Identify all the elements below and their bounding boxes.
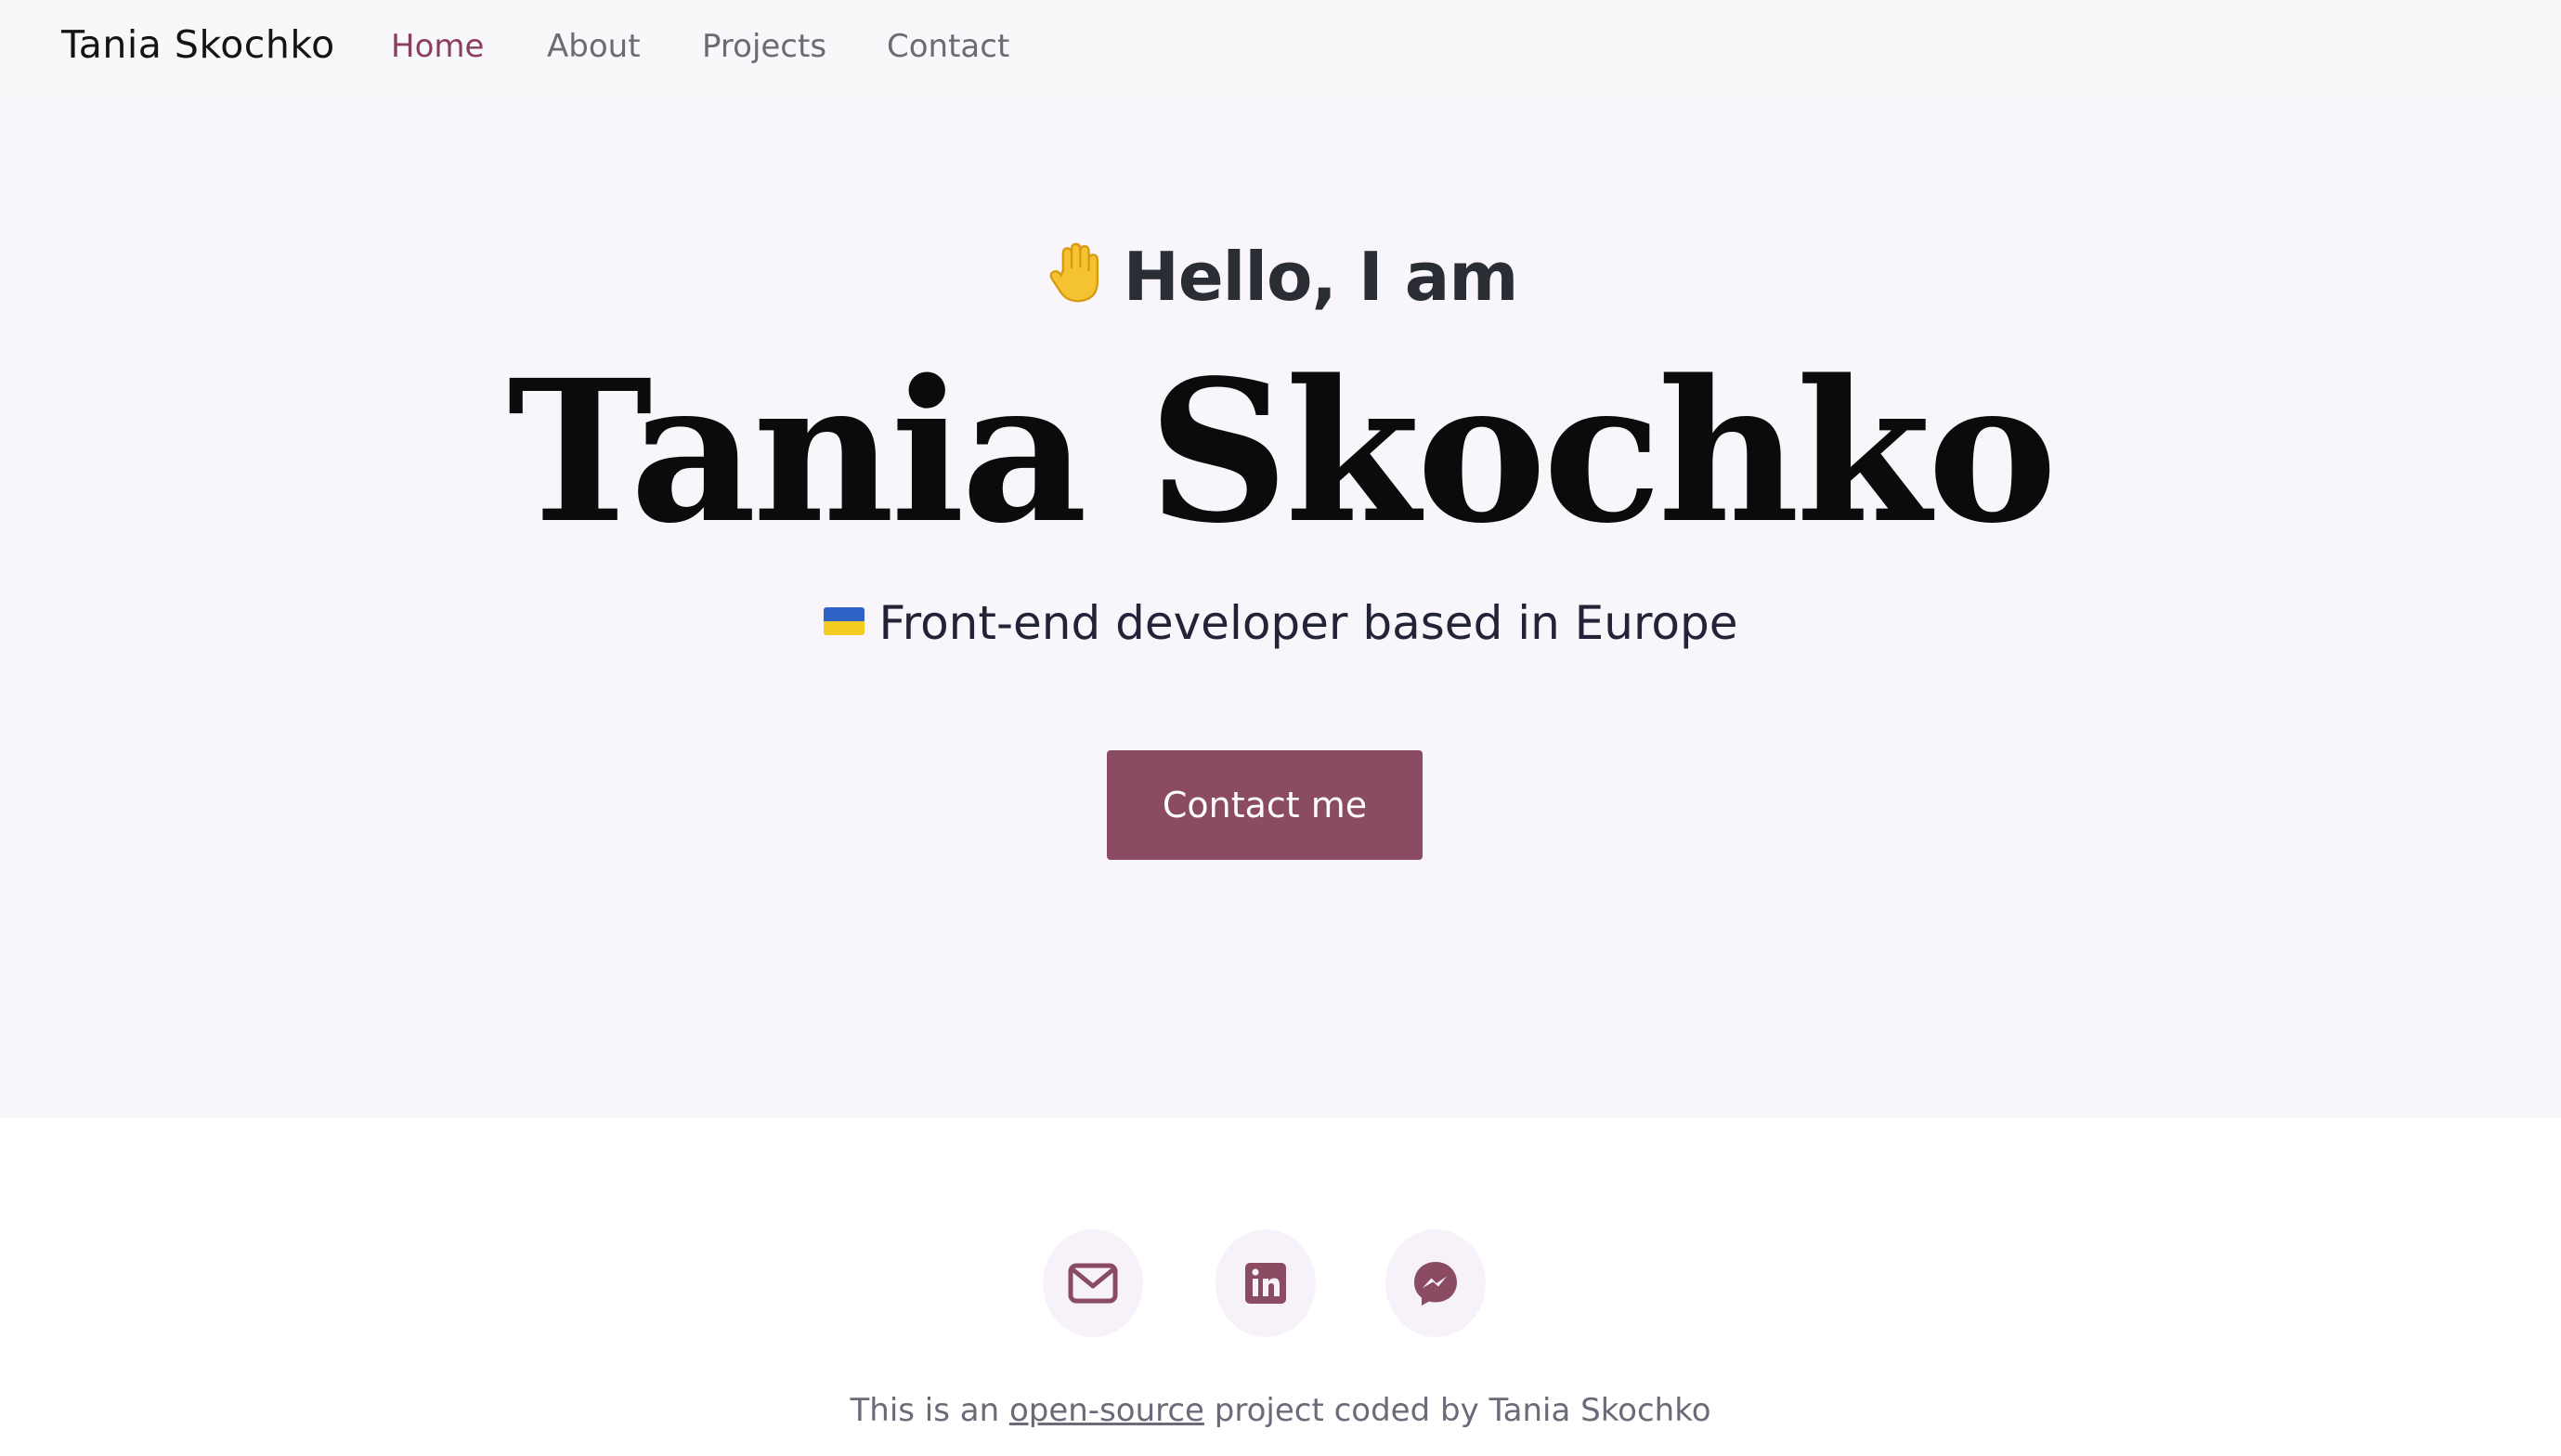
ukraine-flag-icon	[823, 607, 864, 635]
main-nav: Home About Projects Contact	[0, 0, 2561, 98]
footer: This is an open-source project coded by …	[0, 1118, 2561, 1456]
hero-tagline-text: Front-end developer based in Europe	[878, 596, 1738, 650]
nav-link-projects[interactable]: Projects	[702, 28, 826, 65]
open-source-link[interactable]: open-source	[1009, 1392, 1204, 1429]
hero-tagline: Front-end developer based in Europe	[0, 596, 2561, 650]
hero-section: Hello, I am Tania Skochko Front-end deve…	[0, 98, 2561, 1118]
nav-link-about[interactable]: About	[547, 28, 641, 65]
hero-greeting-text: Hello, I am	[1123, 238, 1519, 316]
nav-link-contact[interactable]: Contact	[887, 28, 1009, 65]
email-link[interactable]	[1043, 1229, 1143, 1337]
messenger-link[interactable]	[1385, 1229, 1486, 1337]
linkedin-link[interactable]	[1216, 1229, 1316, 1337]
contact-me-button[interactable]: Contact me	[1107, 750, 1423, 860]
top-navbar: Tania Skochko Home About Projects Contac…	[0, 0, 2561, 98]
footer-text-suffix: project coded by Tania Skochko	[1214, 1392, 1711, 1429]
envelope-icon	[1068, 1263, 1118, 1304]
hero-greeting: Hello, I am	[0, 238, 2561, 316]
hero-name: Tania Skochko	[507, 337, 2057, 566]
footer-text-prefix: This is an	[850, 1392, 1000, 1429]
linkedin-icon	[1245, 1263, 1286, 1304]
footer-credit: This is an open-source project coded by …	[0, 1392, 2561, 1429]
nav-link-home[interactable]: Home	[391, 28, 484, 65]
messenger-icon	[1414, 1262, 1457, 1306]
waving-hand-icon	[1049, 242, 1098, 303]
